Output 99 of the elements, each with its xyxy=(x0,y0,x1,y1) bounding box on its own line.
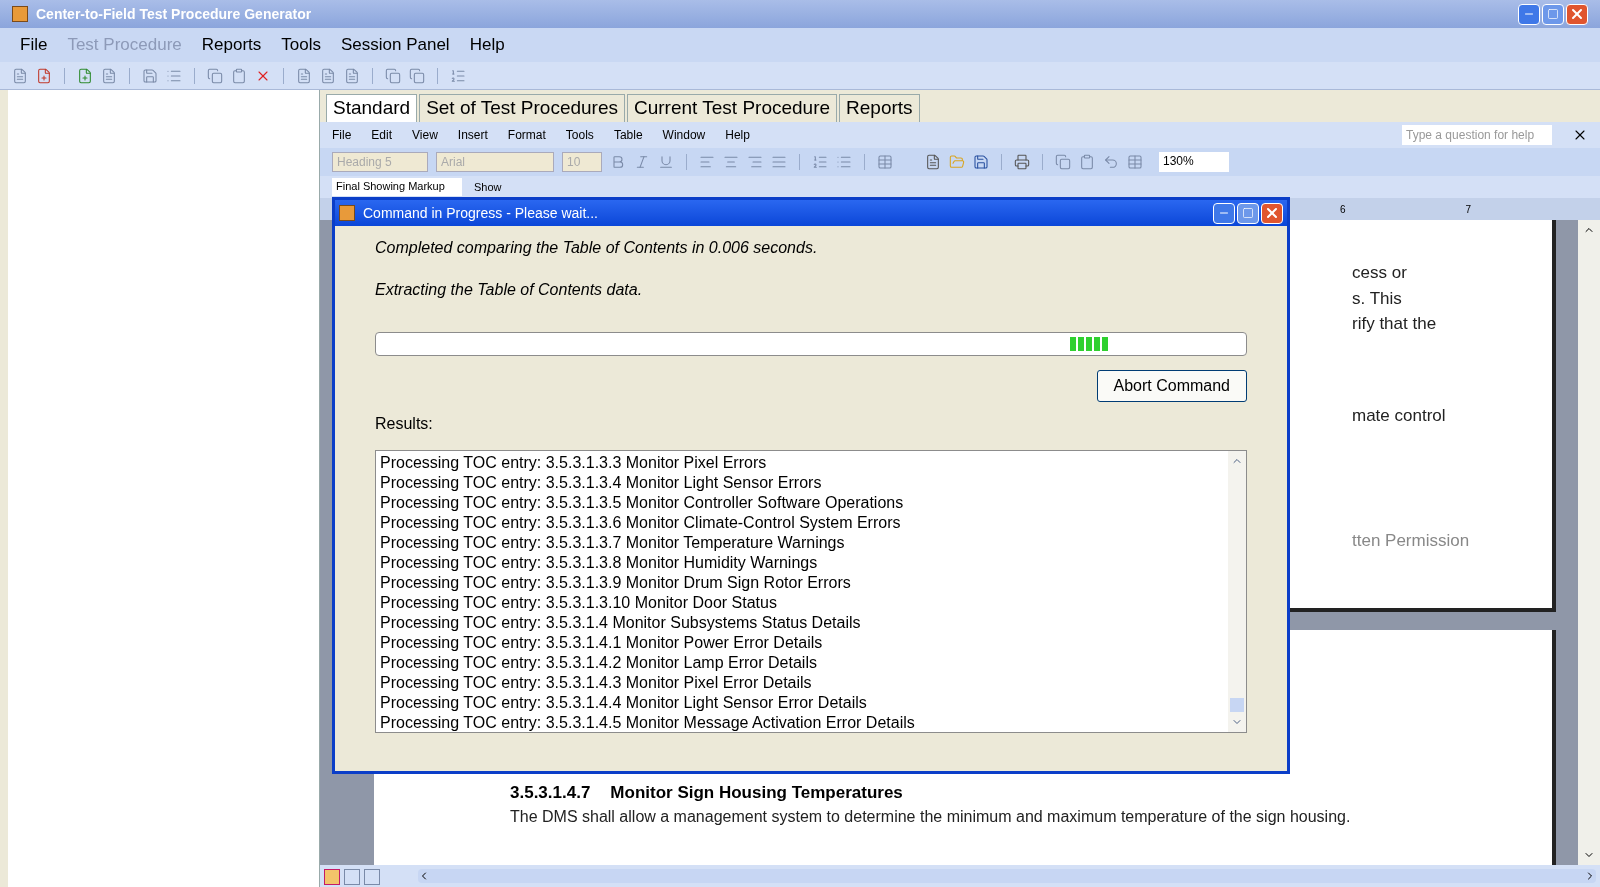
result-line: Processing TOC entry: 3.5.3.1.4 Monitor Subsystems Status Details xyxy=(380,613,862,633)
maximize-icon xyxy=(1242,207,1254,219)
close-icon xyxy=(1569,6,1585,22)
word-menu-item[interactable]: View xyxy=(412,126,438,144)
table-icon[interactable] xyxy=(1127,154,1143,170)
justify-icon[interactable] xyxy=(771,154,787,170)
new-document-icon[interactable] xyxy=(925,154,941,170)
word-menu-item[interactable]: Edit xyxy=(371,126,393,144)
dialog-title: Command in Progress - Please wait... xyxy=(363,203,599,223)
undo-icon[interactable] xyxy=(1103,154,1119,170)
ruler-number: 6 xyxy=(1340,202,1346,217)
word-menu-item[interactable]: File xyxy=(332,126,352,144)
result-line: Processing TOC entry: 3.5.3.1.4.3 Monitor Pixel Error Details xyxy=(380,673,813,693)
word-menu-item[interactable]: Tools xyxy=(565,126,594,144)
paste-icon[interactable] xyxy=(231,67,247,84)
result-line: Processing TOC entry: 3.5.3.1.4.2 Monitor Lamp Error Details xyxy=(380,653,818,673)
result-line: Processing TOC entry: 3.5.3.1.3.8 Monitor Humidity Warnings xyxy=(380,553,819,573)
result-line: Processing TOC entry: 3.5.3.1.3.3 Monitor Pixel Errors xyxy=(380,453,768,473)
tab[interactable]: Set of Test Procedures xyxy=(419,94,625,122)
document-icon[interactable] xyxy=(296,67,312,84)
document-icon[interactable] xyxy=(12,67,28,84)
italic-icon[interactable] xyxy=(634,154,650,170)
app-icon xyxy=(339,205,355,221)
heading-title: Monitor Sign Housing Temperatures xyxy=(610,782,903,804)
menu-item[interactable]: File xyxy=(20,32,48,58)
status-message: Completed comparing the Table of Contents in 0.006 seconds. xyxy=(375,238,819,258)
tab[interactable]: Current Test Procedure xyxy=(627,94,838,122)
document-icon[interactable] xyxy=(101,67,117,84)
word-menu-item[interactable]: Window xyxy=(662,126,706,144)
document-text: cess or xyxy=(1352,262,1408,284)
bullet-list-icon[interactable] xyxy=(836,154,852,170)
document-text: s. This xyxy=(1352,287,1403,310)
horizontal-scrollbar[interactable] xyxy=(418,869,1596,883)
results-scrollbar[interactable] xyxy=(1228,451,1246,732)
menu-item[interactable]: Reports xyxy=(201,32,262,58)
paste-icon[interactable] xyxy=(1079,154,1095,170)
maximize-button[interactable] xyxy=(1542,3,1564,25)
close-button[interactable] xyxy=(1261,202,1283,224)
minimize-button[interactable] xyxy=(1518,3,1540,25)
maximize-icon xyxy=(1547,8,1559,20)
align-right-icon[interactable] xyxy=(747,154,763,170)
document-text: mate control xyxy=(1352,404,1447,427)
zoom-dropdown[interactable]: 130% xyxy=(1159,152,1229,172)
save-icon[interactable] xyxy=(142,67,158,84)
document-icon[interactable] xyxy=(320,67,336,84)
maximize-button[interactable] xyxy=(1237,202,1259,224)
copy-icon[interactable] xyxy=(385,67,401,84)
new-document-icon[interactable] xyxy=(36,67,52,84)
open-folder-icon[interactable] xyxy=(949,154,965,170)
show-button[interactable]: Show xyxy=(474,178,502,196)
heading-number: 3.5.3.1.4.7 xyxy=(510,782,591,804)
minimize-button[interactable] xyxy=(1213,202,1235,224)
tab[interactable]: Standard xyxy=(326,94,418,122)
status-message: Extracting the Table of Contents data. xyxy=(375,280,644,300)
scroll-thumb[interactable] xyxy=(1230,698,1244,712)
word-menu-item[interactable]: Help xyxy=(725,126,750,144)
progress-marquee-icon xyxy=(1070,337,1108,351)
vertical-scrollbar[interactable] xyxy=(1578,220,1600,865)
underline-icon[interactable] xyxy=(658,154,674,170)
results-label: Results: xyxy=(375,414,434,434)
add-document-icon[interactable] xyxy=(77,67,93,84)
result-line: Processing TOC entry: 3.5.3.1.3.7 Monitor Temperature Warnings xyxy=(380,533,846,553)
document-text: tten Permission xyxy=(1352,530,1471,552)
app-icon xyxy=(12,6,28,22)
result-line: Processing TOC entry: 3.5.3.1.3.10 Monitor Door Status xyxy=(380,593,778,613)
align-center-icon[interactable] xyxy=(723,154,739,170)
result-line: Processing TOC entry: 3.5.3.1.3.6 Monitor Climate-Control System Errors xyxy=(380,513,902,533)
bold-icon[interactable] xyxy=(610,154,626,170)
help-field[interactable]: Type a question for help xyxy=(1402,125,1552,145)
word-menu-item[interactable]: Format xyxy=(507,126,546,144)
result-line: Processing TOC entry: 3.5.3.1.4.1 Monitor Power Error Details xyxy=(380,633,824,653)
menu-item[interactable]: Help xyxy=(469,32,505,58)
numbered-list-icon[interactable] xyxy=(812,154,828,170)
menu-item[interactable]: Session Panel xyxy=(340,32,450,58)
result-line: Processing TOC entry: 3.5.3.1.3.4 Monitor Light Sensor Errors xyxy=(380,473,823,493)
copy-icon[interactable] xyxy=(207,67,223,84)
close-button[interactable] xyxy=(1566,3,1588,25)
copy-icon[interactable] xyxy=(409,67,425,84)
menu-item[interactable]: Tools xyxy=(281,32,321,58)
print-icon[interactable] xyxy=(1014,154,1030,170)
result-line: Processing TOC entry: 3.5.3.1.3.9 Monitor Drum Sign Rotor Errors xyxy=(380,573,852,593)
copy-icon[interactable] xyxy=(1055,154,1071,170)
close-icon xyxy=(1264,205,1280,221)
document-icon[interactable] xyxy=(344,67,360,84)
align-left-icon[interactable] xyxy=(699,154,715,170)
save-icon[interactable] xyxy=(973,154,989,170)
tab[interactable]: Reports xyxy=(839,94,920,122)
word-menu-item[interactable]: Insert xyxy=(457,126,488,144)
abort-button[interactable]: Abort Command xyxy=(1096,370,1247,402)
ruler-number: 7 xyxy=(1465,202,1472,217)
numbered-list-icon[interactable] xyxy=(450,67,466,84)
word-menu-item[interactable]: Table xyxy=(613,126,643,144)
result-line: Processing TOC entry: 3.5.3.1.4.5 Monitor Message Activation Error Details xyxy=(380,713,916,733)
window-title: Center-to-Field Test Procedure Generator xyxy=(36,4,313,24)
document-paragraph: The DMS shall allow a management system to determine the minimum and maximum temperature of the sign housing. xyxy=(510,806,1352,827)
markup-dropdown[interactable]: Final Showing Markup xyxy=(332,178,462,196)
document-text: rify that the xyxy=(1352,313,1438,335)
result-line: Processing TOC entry: 3.5.3.1.4.4 Monitor Light Sensor Error Details xyxy=(380,693,868,713)
result-line: Processing TOC entry: 3.5.3.1.3.5 Monitor Controller Software Operations xyxy=(380,493,905,513)
